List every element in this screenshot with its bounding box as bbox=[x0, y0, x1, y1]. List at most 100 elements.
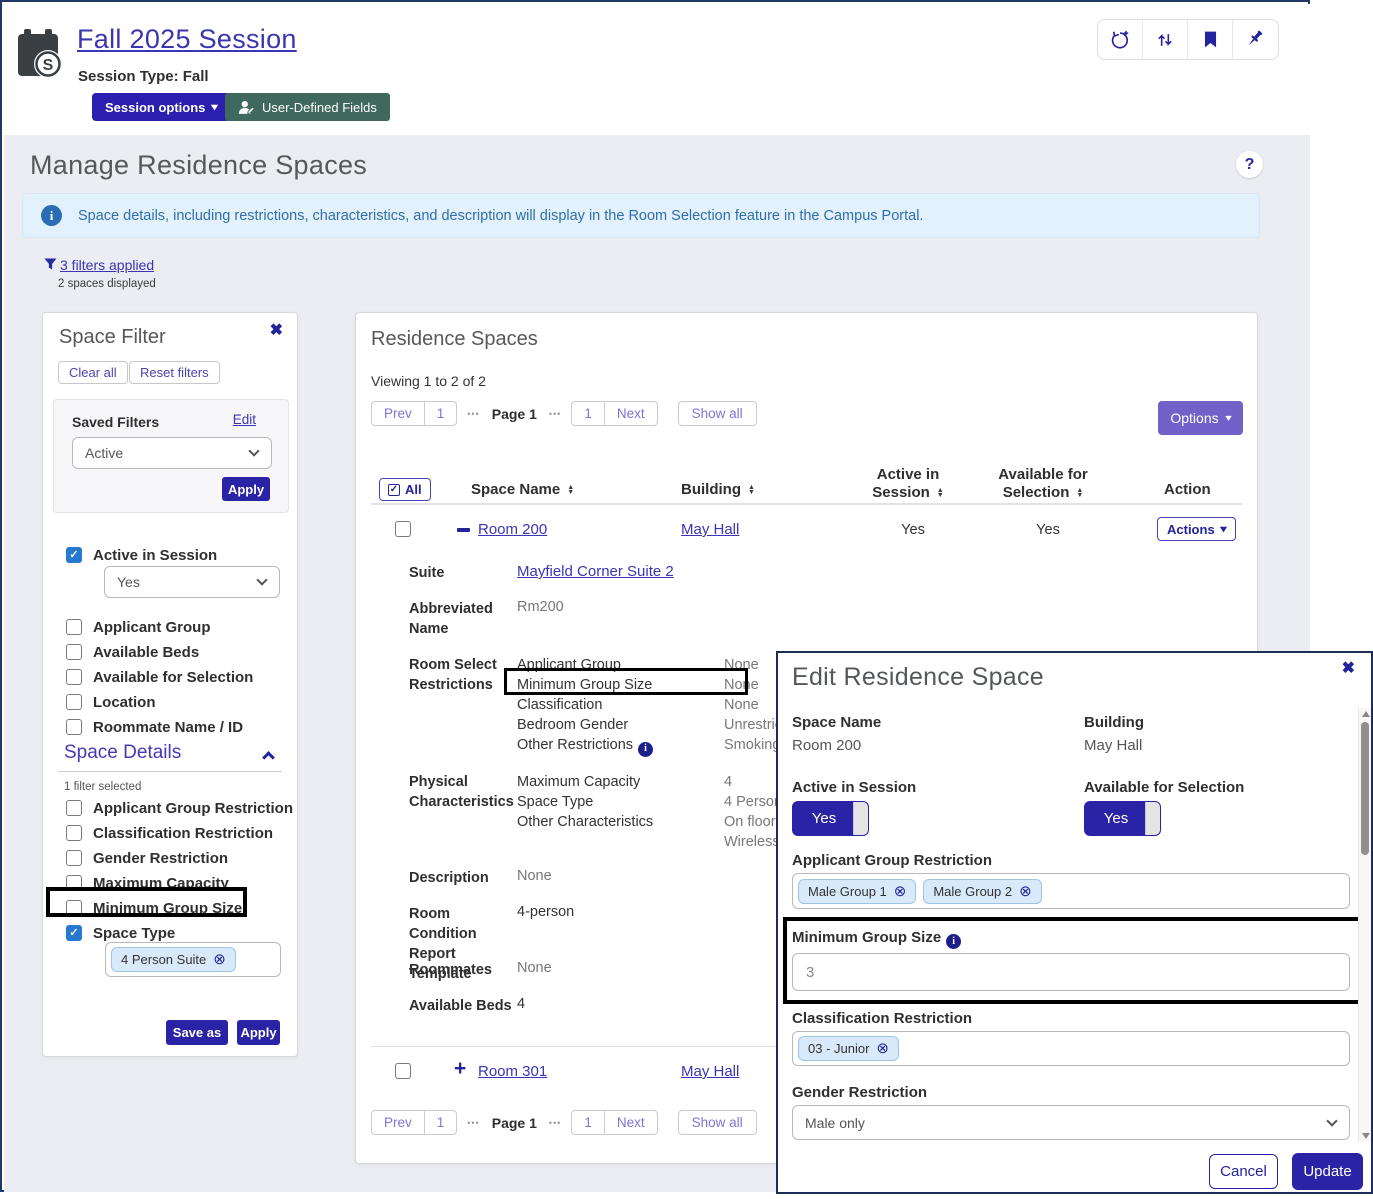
room-301-link[interactable]: Room 301 bbox=[478, 1063, 547, 1080]
scroll-up-icon[interactable] bbox=[1362, 711, 1370, 717]
active-in-session-filter[interactable]: ✓ Active in Session bbox=[66, 546, 217, 564]
options-button[interactable]: Options ▾ bbox=[1158, 401, 1243, 435]
filter-maximum-capacity[interactable]: Maximum Capacity bbox=[66, 874, 229, 892]
room-200-link[interactable]: Room 200 bbox=[478, 521, 547, 538]
active-in-session-select[interactable]: Yes bbox=[104, 566, 280, 598]
filter-location[interactable]: Location bbox=[66, 693, 156, 711]
divider bbox=[58, 771, 282, 772]
reset-filters-button[interactable]: Reset filters bbox=[129, 361, 220, 384]
applicant-group-tag-input[interactable]: Male Group 1 ⊗ Male Group 2 ⊗ bbox=[792, 873, 1350, 909]
gender-restriction-select[interactable]: Male only bbox=[792, 1105, 1350, 1140]
user-defined-fields-button[interactable]: User-Defined Fields bbox=[225, 93, 390, 121]
checkbox[interactable] bbox=[66, 669, 82, 685]
available-for-selection-toggle[interactable]: Yes bbox=[1084, 801, 1161, 836]
space-details-section-header[interactable]: Space Details bbox=[64, 742, 181, 764]
scrollbar-thumb[interactable] bbox=[1361, 722, 1369, 855]
info-icon[interactable]: i bbox=[946, 934, 961, 949]
clear-all-button[interactable]: Clear all bbox=[58, 361, 128, 384]
checkbox-label: Available Beds bbox=[93, 644, 199, 661]
close-filter-icon[interactable]: ✖ bbox=[270, 323, 283, 339]
transfer-button[interactable] bbox=[1143, 20, 1188, 59]
modal-scrollbar[interactable] bbox=[1358, 708, 1371, 1142]
next-page-button[interactable]: Next bbox=[605, 1111, 657, 1134]
checkbox[interactable] bbox=[66, 900, 82, 916]
checkbox-label: Roommate Name / ID bbox=[93, 719, 243, 736]
filter-available-beds[interactable]: Available Beds bbox=[66, 643, 199, 661]
filter-roommate-name[interactable]: Roommate Name / ID bbox=[66, 718, 243, 736]
update-button[interactable]: Update bbox=[1292, 1153, 1363, 1190]
collapse-row-icon[interactable] bbox=[457, 528, 470, 532]
page-title: Manage Residence Spaces bbox=[30, 150, 367, 181]
edit-saved-filters-link[interactable]: Edit bbox=[233, 412, 256, 427]
filter-applicant-group-restriction[interactable]: Applicant Group Restriction bbox=[66, 799, 293, 817]
checkbox-checked[interactable]: ✓ bbox=[66, 925, 82, 941]
detail-label: Physical Characteristics bbox=[409, 772, 517, 852]
filter-gender-restriction[interactable]: Gender Restriction bbox=[66, 849, 228, 867]
page-1-button[interactable]: 1 bbox=[572, 402, 605, 425]
show-all-button[interactable]: Show all bbox=[678, 401, 757, 426]
pin-button[interactable] bbox=[1233, 20, 1278, 59]
refresh-session-button[interactable] bbox=[1098, 20, 1143, 59]
space-type-tag-input[interactable]: 4 Person Suite ⊗ bbox=[105, 942, 281, 977]
prev-page-button[interactable]: Prev bbox=[372, 402, 425, 425]
bookmark-button[interactable] bbox=[1188, 20, 1233, 59]
characteristic-value: 4 Person bbox=[724, 792, 782, 812]
page-1-button[interactable]: 1 bbox=[572, 1111, 605, 1134]
checkbox[interactable] bbox=[66, 850, 82, 866]
chevron-down-icon: ▾ bbox=[1220, 524, 1227, 535]
filter-minimum-group-size[interactable]: Minimum Group Size bbox=[66, 899, 242, 917]
saved-filter-select[interactable]: Active bbox=[72, 437, 272, 469]
filters-applied-link[interactable]: 3 filters applied bbox=[44, 257, 154, 273]
prev-page-button[interactable]: Prev bbox=[372, 1111, 425, 1134]
filter-classification-restriction[interactable]: Classification Restriction bbox=[66, 824, 273, 842]
checkbox[interactable] bbox=[66, 694, 82, 710]
column-header-active-in-session[interactable]: Active in Session▲▼ bbox=[858, 466, 958, 502]
filter-space-type[interactable]: ✓ Space Type bbox=[66, 924, 175, 942]
row-checkbox[interactable] bbox=[395, 1063, 411, 1079]
checkbox[interactable] bbox=[66, 719, 82, 735]
active-in-session-toggle[interactable]: Yes bbox=[792, 801, 869, 836]
chevron-up-icon[interactable] bbox=[262, 751, 275, 764]
building-link[interactable]: May Hall bbox=[681, 1063, 739, 1080]
checkbox[interactable] bbox=[66, 875, 82, 891]
remove-chip-icon[interactable]: ⊗ bbox=[894, 884, 907, 899]
minimum-group-size-input[interactable] bbox=[792, 953, 1350, 991]
suite-link[interactable]: Mayfield Corner Suite 2 bbox=[517, 563, 674, 583]
saved-filters-label: Saved Filters bbox=[72, 414, 159, 430]
checkbox[interactable] bbox=[66, 825, 82, 841]
column-header-available-for-selection[interactable]: Available for Selection▲▼ bbox=[983, 466, 1103, 502]
filter-available-for-selection[interactable]: Available for Selection bbox=[66, 668, 253, 686]
expand-row-icon[interactable]: + bbox=[454, 1057, 466, 1081]
ellipsis-icon: ••• bbox=[467, 1118, 479, 1128]
help-button[interactable]: ? bbox=[1236, 151, 1263, 178]
column-header-building[interactable]: Building▲▼ bbox=[681, 481, 755, 498]
filter-applicant-group[interactable]: Applicant Group bbox=[66, 618, 211, 636]
checkbox[interactable] bbox=[66, 619, 82, 635]
save-as-button[interactable]: Save as bbox=[166, 1020, 228, 1045]
saved-filter-apply-button[interactable]: Apply bbox=[222, 477, 270, 501]
page-1-button[interactable]: 1 bbox=[425, 1111, 457, 1134]
apply-filters-button[interactable]: Apply bbox=[237, 1020, 280, 1045]
cancel-button[interactable]: Cancel bbox=[1209, 1154, 1278, 1189]
row-actions-button[interactable]: Actions ▾ bbox=[1157, 517, 1236, 541]
scroll-down-icon[interactable] bbox=[1362, 1133, 1370, 1139]
checkbox[interactable] bbox=[66, 644, 82, 660]
building-link[interactable]: May Hall bbox=[681, 521, 739, 538]
checkbox[interactable] bbox=[66, 800, 82, 816]
show-all-button[interactable]: Show all bbox=[678, 1110, 757, 1135]
next-page-button[interactable]: Next bbox=[605, 402, 657, 425]
select-all-button[interactable]: ✓ All bbox=[379, 478, 431, 501]
remove-chip-icon[interactable]: ⊗ bbox=[213, 952, 226, 967]
sort-icon: ▲▼ bbox=[748, 485, 755, 496]
column-header-space-name[interactable]: Space Name▲▼ bbox=[471, 481, 574, 498]
session-title-link[interactable]: Fall 2025 Session bbox=[77, 24, 297, 55]
session-options-button[interactable]: Session options ▾ bbox=[92, 93, 230, 121]
close-modal-icon[interactable]: ✖ bbox=[1342, 661, 1355, 677]
checkbox-checked[interactable]: ✓ bbox=[66, 547, 82, 563]
info-icon[interactable]: i bbox=[638, 742, 653, 757]
page-1-button[interactable]: 1 bbox=[425, 402, 457, 425]
remove-chip-icon[interactable]: ⊗ bbox=[1019, 884, 1032, 899]
row-checkbox[interactable] bbox=[395, 521, 411, 537]
classification-tag-input[interactable]: 03 - Junior ⊗ bbox=[792, 1031, 1350, 1066]
remove-chip-icon[interactable]: ⊗ bbox=[876, 1041, 889, 1056]
